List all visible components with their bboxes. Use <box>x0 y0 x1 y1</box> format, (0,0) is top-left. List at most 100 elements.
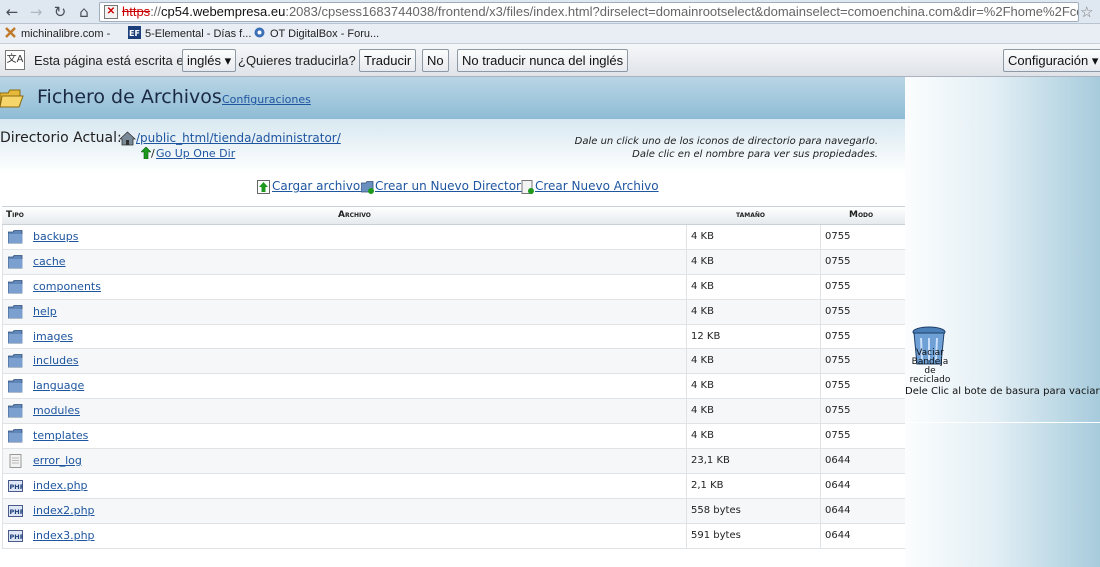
file-name-link[interactable]: includes <box>33 354 79 367</box>
address-bar[interactable]: ✕ https://cp54.webempresa.eu:2083/cpsess1… <box>99 2 1079 22</box>
table-row: components 4 KB 0755 <box>2 274 905 300</box>
folder-icon[interactable] <box>7 429 23 443</box>
url-rest: :2083/cpsess1683744038/frontend/x3/files… <box>285 4 1079 19</box>
file-name-link[interactable]: modules <box>33 404 80 417</box>
bookmark-label: OT DigitalBox - Foru... <box>270 28 380 40</box>
home-folder-icon[interactable] <box>119 131 136 146</box>
file-mode: 0755 <box>820 399 850 424</box>
file-name-link[interactable]: cache <box>33 255 66 268</box>
file-name-link[interactable]: index.php <box>33 479 88 492</box>
file-mode: 0644 <box>820 449 850 473</box>
file-name-link[interactable]: index3.php <box>33 529 95 542</box>
file-name-link[interactable]: templates <box>33 429 88 442</box>
browser-toolbar: ← → ↻ ⌂ ✕ https://cp54.webempresa.eu:2083… <box>0 0 1100 24</box>
bookmark-item[interactable]: michinalibre.com - <box>4 26 110 42</box>
table-row: help 4 KB 0755 <box>2 299 905 325</box>
crossed-tools-icon <box>5 27 16 38</box>
bookmark-item[interactable]: EF 5-Elemental - Días f... <box>128 26 251 42</box>
folder-icon[interactable] <box>7 404 23 418</box>
empty-trash-label[interactable]: Vaciar Bandeja de reciclado <box>906 349 954 385</box>
php-file-icon[interactable]: PHP <box>8 529 25 543</box>
insecure-lock-icon: ✕ <box>104 5 118 19</box>
file-table: Tipo Archivo tamaño Modo backups 4 KB 0755… <box>2 206 905 549</box>
file-size: 4 KB <box>686 374 714 399</box>
up-arrow-icon[interactable] <box>141 147 151 159</box>
folder-icon[interactable] <box>7 379 23 393</box>
file-size: 23,1 KB <box>686 449 730 473</box>
folder-icon[interactable] <box>7 354 23 368</box>
file-size: 4 KB <box>686 274 714 299</box>
translate-settings-button[interactable]: Configuración ▾ <box>1003 49 1100 72</box>
file-size: 4 KB <box>686 399 714 424</box>
bookmark-star-icon[interactable]: ☆ <box>1080 3 1093 21</box>
translate-button[interactable]: Traducir <box>359 49 417 72</box>
settings-link[interactable]: Configuraciones <box>222 93 311 106</box>
language-select[interactable]: inglés ▾ <box>182 49 237 72</box>
table-row: backups 4 KB 0755 <box>2 225 905 250</box>
trash-panel <box>905 77 1100 567</box>
php-file-icon[interactable]: PHP <box>8 479 25 493</box>
file-mode: 0644 <box>820 523 850 548</box>
settings-label: Configuración <box>1008 53 1089 68</box>
dropdown-arrow-icon: ▾ <box>1091 53 1099 68</box>
column-header-name: Archivo <box>338 210 371 220</box>
file-name-link[interactable]: components <box>33 280 101 293</box>
translate-icon: 文A <box>5 50 25 70</box>
php-file-icon[interactable]: PHP <box>8 504 25 518</box>
back-icon[interactable]: ← <box>3 3 21 21</box>
file-name-link[interactable]: language <box>33 379 84 392</box>
create-directory-link[interactable]: Crear un Nuevo Directorio <box>375 179 532 193</box>
file-name-link[interactable]: images <box>33 330 73 343</box>
file-size: 4 KB <box>686 225 714 249</box>
svg-text:PHP: PHP <box>10 483 24 491</box>
translate-bar: 文A Esta página está escrita en inglés ▾ … <box>0 44 1100 77</box>
new-folder-icon[interactable] <box>361 180 374 194</box>
folder-icon[interactable] <box>7 230 23 244</box>
file-size: 4 KB <box>686 424 714 449</box>
never-translate-button[interactable]: No traducir nunca del inglés <box>457 49 629 72</box>
page-title: Fichero de Archivos <box>37 86 222 108</box>
file-size: 2,1 KB <box>686 473 724 498</box>
up-slash: / <box>151 147 155 160</box>
folder-icon[interactable] <box>7 329 23 344</box>
forward-icon[interactable]: → <box>27 3 45 21</box>
file-size: 4 KB <box>686 349 714 374</box>
folder-icon[interactable] <box>7 254 23 269</box>
text-file-icon[interactable] <box>8 454 23 469</box>
bookmark-item[interactable]: OT DigitalBox - Foru... <box>253 26 379 42</box>
file-manager-page: Fichero de Archivos Configuraciones Dire… <box>0 77 1100 567</box>
current-directory-path[interactable]: /public_html/tienda/administrator/ <box>136 131 341 145</box>
home-icon[interactable]: ⌂ <box>75 3 93 21</box>
svg-text:PHP: PHP <box>10 533 24 541</box>
table-row: modules 4 KB 0755 <box>2 399 905 425</box>
file-mode: 0755 <box>820 299 850 324</box>
trash-help-text: Dele Clic al bote de basura para vaciarl… <box>905 386 1100 397</box>
upload-files-link[interactable]: Cargar archivos <box>272 179 366 193</box>
go-up-link[interactable]: Go Up One Dir <box>156 147 235 160</box>
divider <box>905 422 1100 423</box>
bookmark-label: 5-Elemental - Días f... <box>145 28 252 40</box>
language-value: inglés <box>187 53 221 68</box>
no-translate-button[interactable]: No <box>422 49 449 72</box>
new-file-icon[interactable] <box>521 180 534 194</box>
page-header: Fichero de Archivos Configuraciones <box>0 77 905 119</box>
folder-icon[interactable] <box>7 279 23 294</box>
ef-logo-icon: EF <box>128 26 141 39</box>
file-name-link[interactable]: help <box>33 305 57 318</box>
file-name-link[interactable]: error_log <box>33 454 82 467</box>
file-name-link[interactable]: index2.php <box>33 504 95 517</box>
file-size: 591 bytes <box>686 523 741 548</box>
file-name-link[interactable]: backups <box>33 230 79 243</box>
table-row: PHP index2.php 558 bytes 0644 <box>2 498 905 524</box>
translate-prefix: Esta página está escrita en <box>34 53 191 68</box>
reload-icon[interactable]: ↻ <box>51 3 69 21</box>
dropdown-arrow-icon: ▾ <box>224 53 232 68</box>
create-file-link[interactable]: Crear Nuevo Archivo <box>535 179 659 193</box>
column-header-size: tamaño <box>736 210 766 220</box>
folder-icon[interactable] <box>7 304 23 319</box>
svg-text:PHP: PHP <box>10 508 24 516</box>
file-mode: 0755 <box>820 374 850 399</box>
upload-icon[interactable] <box>257 180 270 194</box>
table-row: includes 4 KB 0755 <box>2 349 905 375</box>
table-row: error_log 23,1 KB 0644 <box>2 449 905 474</box>
